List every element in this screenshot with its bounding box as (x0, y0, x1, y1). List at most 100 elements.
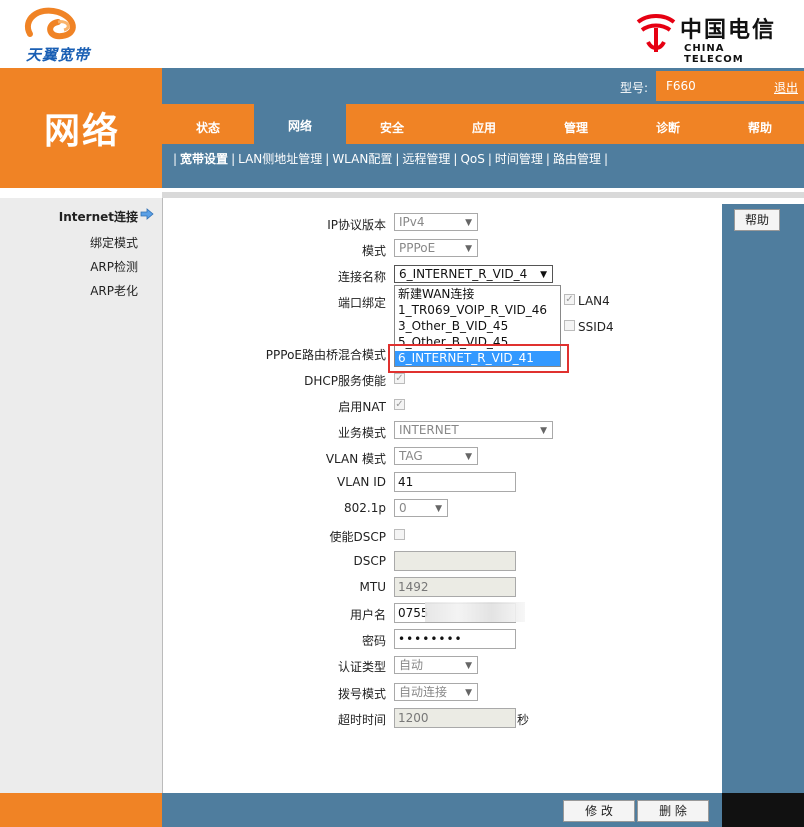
vlan-id-label: VLAN ID (337, 475, 386, 489)
vlan-mode-select[interactable]: TAG ▼ (394, 447, 478, 465)
username-redaction (425, 602, 525, 622)
telecom-en-name: CHINA TELECOM (684, 43, 744, 65)
model-value: F660 (666, 79, 696, 93)
ip-version-select[interactable]: IPv4 ▼ (394, 213, 478, 231)
username-label: 用户名 (349, 608, 386, 622)
dscp-label: DSCP (353, 554, 386, 568)
dropdown-arrow-icon: ▼ (435, 504, 442, 514)
tab-management[interactable]: 管理 (530, 104, 622, 144)
subnav-time[interactable]: 时间管理 (495, 152, 543, 166)
modify-button[interactable]: 修 改 (563, 800, 635, 822)
auth-type-select[interactable]: 自动 ▼ (394, 656, 478, 674)
bottom-right-bar (722, 793, 804, 827)
lan4-label: LAN4 (578, 294, 610, 308)
left-menu: Internet连接 绑定模式 ARP检测 ARP老化 (0, 198, 162, 793)
help-column: 帮助 (722, 204, 804, 793)
section-banner: 网络 (0, 68, 162, 192)
dot1p-label: 802.1p (344, 501, 386, 515)
tab-status[interactable]: 状态 (162, 104, 254, 144)
dial-mode-label: 拨号模式 (337, 687, 386, 701)
main-tabs: 状态 网络 安全 应用 管理 诊断 帮助 (162, 102, 804, 144)
dscp-input[interactable] (394, 551, 516, 571)
menu-bind-mode[interactable]: 绑定模式 (0, 234, 138, 251)
china-telecom-logo: 中国电信 CHINA TELECOM (634, 10, 784, 65)
ssid4-checkbox[interactable] (564, 320, 575, 331)
dscp-enable-label: 使能DSCP (329, 530, 386, 544)
mode-select[interactable]: PPPoE ▼ (394, 239, 478, 257)
telecom-emblem-icon (636, 14, 676, 52)
dropdown-arrow-icon: ▼ (540, 426, 547, 436)
brand-text: 天翼宽带 (26, 46, 91, 64)
menu-internet[interactable]: Internet连接 (0, 208, 138, 225)
vlan-mode-value: TAG (399, 449, 423, 463)
dot1p-select[interactable]: 0 ▼ (394, 499, 448, 517)
dscp-enable-checkbox[interactable] (394, 529, 405, 540)
divider-left (0, 188, 162, 198)
auth-type-value: 自动 (399, 658, 424, 672)
conn-name-select[interactable]: 6_INTERNET_R_VID_4 ▼ (394, 265, 553, 283)
tab-help[interactable]: 帮助 (714, 104, 804, 144)
menu-arp-detect[interactable]: ARP检测 (0, 258, 138, 275)
subnav-routing[interactable]: 路由管理 (553, 152, 601, 166)
dropdown-option[interactable]: 3_Other_B_VID_45 (395, 319, 560, 334)
vlan-id-input[interactable]: 41 (394, 472, 516, 492)
tab-network[interactable]: 网络 (254, 102, 346, 144)
conn-name-value: 6_INTERNET_R_VID_4 (399, 267, 528, 281)
section-title: 网络 (44, 111, 121, 152)
dhcp-label: DHCP服务使能 (304, 374, 386, 388)
username-value: 0755 (398, 606, 429, 620)
nat-label: 启用NAT (338, 400, 386, 414)
ip-version-value: IPv4 (399, 215, 425, 229)
tab-diagnosis[interactable]: 诊断 (622, 104, 714, 144)
telecom-cn-name: 中国电信 (680, 18, 777, 43)
password-label: 密码 (361, 634, 386, 648)
subnav-lan-address[interactable]: LAN侧地址管理 (238, 152, 322, 166)
dot1p-value: 0 (399, 501, 407, 515)
bottom-action-bar: 修 改 删 除 (162, 793, 722, 827)
mtu-label: MTU (359, 580, 386, 594)
dropdown-arrow-icon: ▼ (540, 270, 547, 280)
subnav-wlan[interactable]: WLAN配置 (332, 152, 392, 166)
password-input[interactable]: •••••••• (394, 629, 516, 649)
tab-security[interactable]: 安全 (346, 104, 438, 144)
dropdown-arrow-icon: ▼ (465, 218, 472, 228)
timeout-label: 超时时间 (337, 713, 386, 727)
lan4-checkbox[interactable]: ✓ (564, 294, 575, 305)
dropdown-arrow-icon: ▼ (465, 688, 472, 698)
dropdown-arrow-icon: ▼ (465, 661, 472, 671)
menu-arp-aging[interactable]: ARP老化 (0, 282, 138, 299)
timeout-unit: 秒 (517, 713, 530, 727)
tab-application[interactable]: 应用 (438, 104, 530, 144)
bottom-left-bar (0, 793, 162, 827)
ssid4-label: SSID4 (578, 320, 614, 334)
help-button[interactable]: 帮助 (734, 209, 780, 231)
vlan-mode-label: VLAN 模式 (325, 452, 386, 466)
timeout-input[interactable]: 1200 (394, 708, 516, 728)
header: 天翼宽带 中国电信 CHINA TELECOM (0, 0, 804, 68)
port-bind-label: 端口绑定 (337, 296, 386, 310)
dropdown-option[interactable]: 1_TR069_VOIP_R_VID_46 (395, 303, 560, 318)
nat-checkbox[interactable]: ✓ (394, 399, 405, 410)
dropdown-option[interactable]: 新建WAN连接 (395, 287, 560, 302)
mode-label: 模式 (361, 244, 386, 258)
mtu-input[interactable]: 1492 (394, 577, 516, 597)
tianyi-logo: 天翼宽带 (18, 4, 118, 64)
service-mode-select[interactable]: INTERNET ▼ (394, 421, 553, 439)
ip-version-label: IP协议版本 (327, 218, 386, 232)
top-info-bar: 型号: F660 退出 (162, 68, 804, 104)
delete-button[interactable]: 删 除 (637, 800, 709, 822)
service-mode-value: INTERNET (399, 423, 459, 437)
conn-name-label: 连接名称 (337, 270, 386, 284)
dhcp-checkbox[interactable]: ✓ (394, 373, 405, 384)
auth-type-label: 认证类型 (337, 660, 386, 674)
dropdown-arrow-icon: ▼ (465, 244, 472, 254)
dial-mode-select[interactable]: 自动连接 ▼ (394, 683, 478, 701)
logout-link[interactable]: 退出 (774, 79, 798, 96)
subnav-remote[interactable]: 远程管理 (402, 152, 450, 166)
model-box: F660 退出 (656, 71, 804, 101)
mode-value: PPPoE (399, 241, 436, 255)
subnav-qos[interactable]: QoS (460, 152, 484, 166)
dropdown-arrow-icon: ▼ (465, 452, 472, 462)
subnav-broadband[interactable]: 宽带设置 (180, 152, 228, 166)
service-mode-label: 业务模式 (337, 426, 386, 440)
